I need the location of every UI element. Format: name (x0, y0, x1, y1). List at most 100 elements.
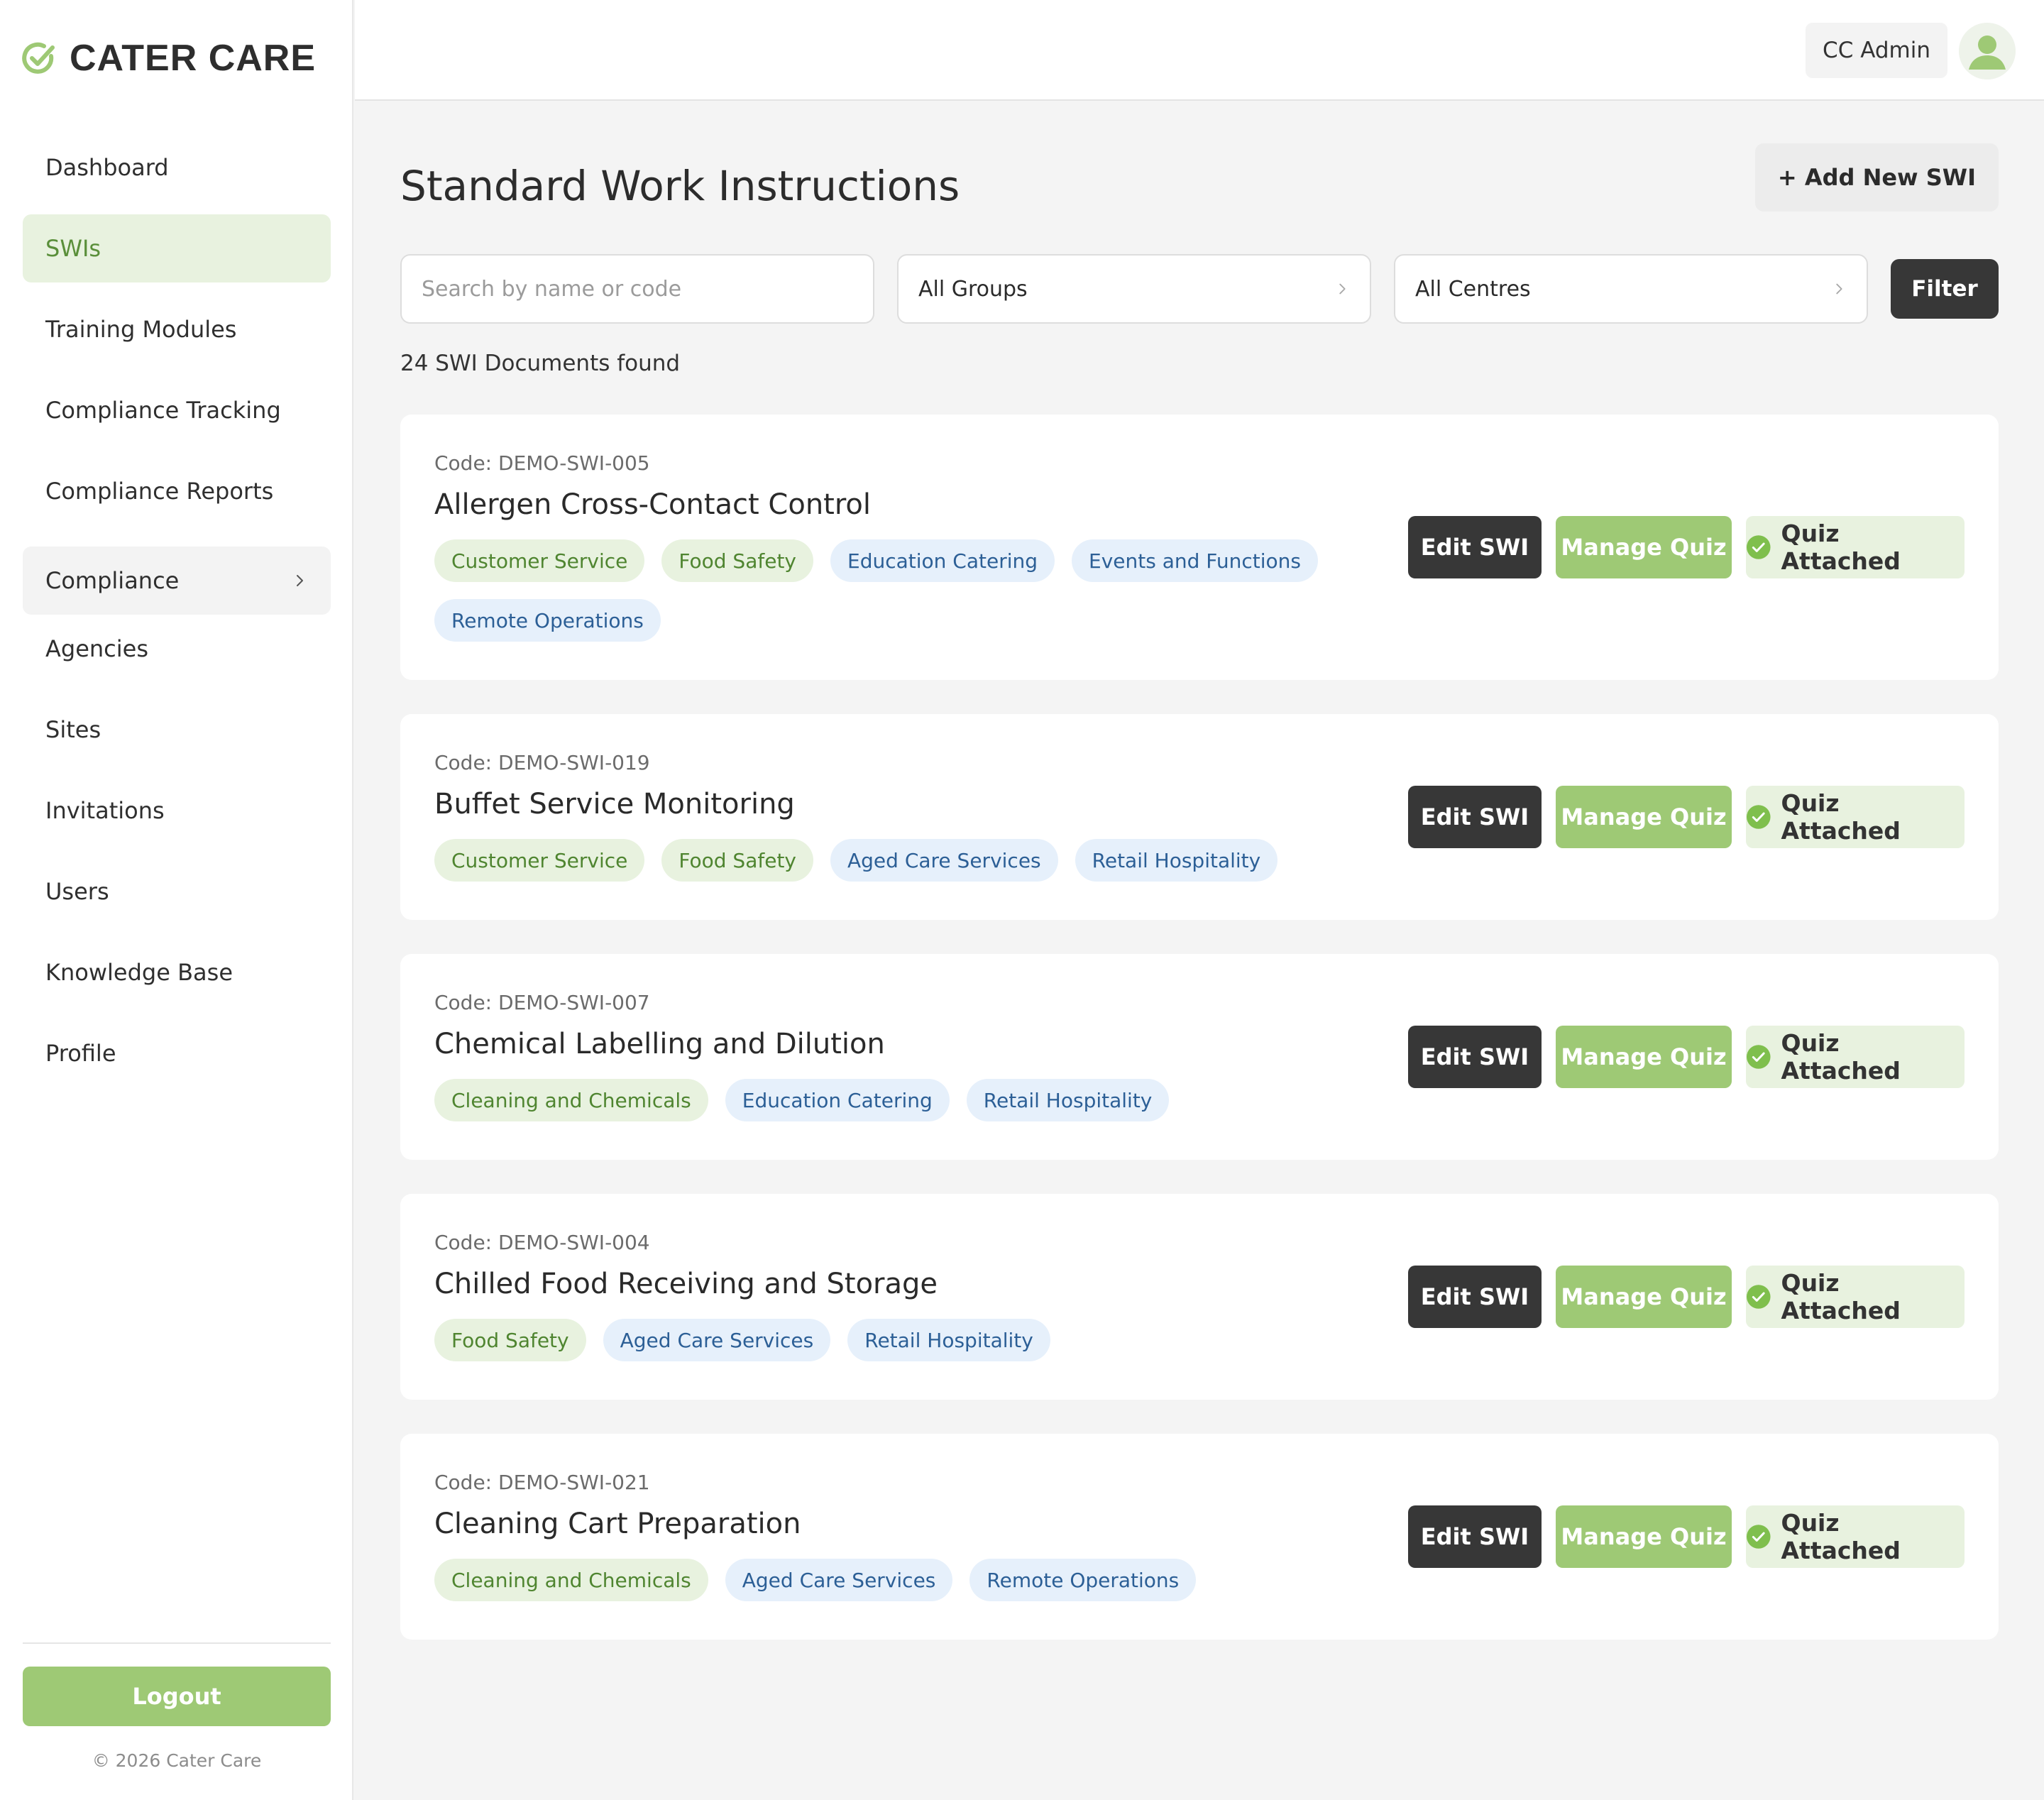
swi-code: Code: DEMO-SWI-021 (434, 1471, 650, 1494)
top-bar: CC Admin (355, 0, 2044, 101)
swi-actions: Edit SWI Manage Quiz Quiz Attached (1408, 1505, 1965, 1568)
user-menu-button[interactable]: CC Admin (1806, 23, 1947, 78)
sidebar-item-agencies[interactable]: Agencies (23, 615, 331, 683)
sidebar-item-label: Knowledge Base (45, 959, 233, 986)
sidebar-item-label: Compliance Tracking (45, 397, 281, 424)
page-title: Standard Work Instructions (400, 162, 960, 210)
sidebar-footer: Logout © 2026 Cater Care (23, 1642, 331, 1771)
add-new-swi-button[interactable]: + Add New SWI (1754, 143, 1999, 212)
results-count: 24 SWI Documents found (400, 351, 681, 376)
sidebar-item-compliance-reports[interactable]: Compliance Reports (23, 457, 331, 525)
sidebar-item-label: Dashboard (45, 154, 169, 181)
swi-tags: Cleaning and Chemicals Aged Care Services… (434, 1559, 1329, 1601)
quiz-attached-badge: Quiz Attached (1746, 1026, 1965, 1088)
swi-tags: Customer Service Food Safety Education Cat… (434, 539, 1329, 642)
tag-badge: Customer Service (434, 839, 645, 882)
sidebar-item-dashboard[interactable]: Dashboard (23, 133, 331, 202)
copyright-text: © 2026 Cater Care (92, 1750, 262, 1771)
quiz-attached-badge: Quiz Attached (1746, 1505, 1965, 1568)
manage-quiz-button[interactable]: Manage Quiz (1556, 1505, 1732, 1568)
manage-quiz-button[interactable]: Manage Quiz (1556, 1026, 1732, 1088)
swi-tags: Customer Service Food Safety Aged Care Ser… (434, 839, 1329, 882)
tag-badge: Events and Functions (1072, 539, 1318, 582)
brand[interactable]: CATER CARE (21, 37, 316, 79)
centres-select[interactable]: All Centres (1394, 254, 1868, 324)
swi-card: Code: DEMO-SWI-007 Chemical Labelling and… (400, 954, 1999, 1160)
swi-actions: Edit SWI Manage Quiz Quiz Attached (1408, 1026, 1965, 1088)
edit-swi-button[interactable]: Edit SWI (1408, 1266, 1542, 1328)
sidebar-nav: Dashboard SWIs Training Modules Compliance … (23, 133, 331, 1100)
quiz-attached-label: Quiz Attached (1781, 1029, 1901, 1085)
swi-card: Code: DEMO-SWI-004 Chilled Food Receiving… (400, 1194, 1999, 1400)
sidebar-item-invitations[interactable]: Invitations (23, 776, 331, 845)
main-content: Standard Work Instructions + Add New SWI… (400, 101, 1999, 1674)
sidebar-item-label: Training Modules (45, 316, 237, 343)
sidebar-item-training-modules[interactable]: Training Modules (23, 295, 331, 363)
swi-card: Code: DEMO-SWI-021 Cleaning Cart Preparat… (400, 1434, 1999, 1640)
sidebar: CATER CARE Dashboard SWIs Training Modules… (0, 0, 353, 1800)
swi-card: Code: DEMO-SWI-019 Buffet Service Monitor… (400, 714, 1999, 920)
page-header: Standard Work Instructions + Add New SWI (400, 101, 1999, 254)
sidebar-item-label: Agencies (45, 635, 149, 662)
check-circle-icon (1746, 535, 1771, 559)
edit-swi-button[interactable]: Edit SWI (1408, 1026, 1542, 1088)
tag-badge: Cleaning and Chemicals (434, 1559, 708, 1601)
tag-badge: Food Safety (434, 1319, 586, 1361)
check-circle-icon (1746, 805, 1771, 829)
quiz-attached-label: Quiz Attached (1781, 1269, 1901, 1324)
quiz-attached-badge: Quiz Attached (1746, 1266, 1965, 1328)
sidebar-item-label: Compliance Reports (45, 478, 274, 505)
quiz-attached-label: Quiz Attached (1781, 520, 1901, 575)
manage-quiz-button[interactable]: Manage Quiz (1556, 786, 1732, 848)
quiz-attached-badge: Quiz Attached (1746, 516, 1965, 578)
avatar[interactable] (1959, 23, 2016, 79)
swi-code: Code: DEMO-SWI-007 (434, 991, 650, 1014)
swi-code: Code: DEMO-SWI-004 (434, 1231, 650, 1254)
swi-tags: Cleaning and Chemicals Education Catering… (434, 1079, 1329, 1121)
tag-badge: Remote Operations (434, 599, 661, 642)
edit-swi-button[interactable]: Edit SWI (1408, 516, 1542, 578)
swi-code: Code: DEMO-SWI-019 (434, 751, 650, 774)
edit-swi-button[interactable]: Edit SWI (1408, 786, 1542, 848)
swi-tags: Food Safety Aged Care Services Retail Hosp… (434, 1319, 1329, 1361)
sidebar-item-label: SWIs (45, 235, 101, 262)
sidebar-item-label: Users (45, 878, 109, 905)
swi-card: Code: DEMO-SWI-005 Allergen Cross-Contact… (400, 415, 1999, 680)
manage-quiz-button[interactable]: Manage Quiz (1556, 1266, 1732, 1328)
quiz-attached-badge: Quiz Attached (1746, 786, 1965, 848)
logout-button[interactable]: Logout (23, 1667, 331, 1726)
filter-button[interactable]: Filter (1891, 259, 1999, 319)
chevron-right-icon (297, 575, 303, 586)
sidebar-item-knowledge-base[interactable]: Knowledge Base (23, 938, 331, 1006)
tag-badge: Aged Care Services (830, 839, 1058, 882)
swi-code: Code: DEMO-SWI-005 (434, 451, 650, 475)
tag-badge: Customer Service (434, 539, 645, 582)
sidebar-item-compliance[interactable]: Compliance (23, 547, 331, 615)
tag-badge: Education Catering (830, 539, 1055, 582)
groups-select-value: All Groups (918, 276, 1028, 302)
sidebar-item-profile[interactable]: Profile (23, 1019, 331, 1087)
brand-name: CATER CARE (70, 38, 317, 79)
tag-badge: Remote Operations (969, 1559, 1197, 1601)
sidebar-item-label: Profile (45, 1040, 116, 1067)
manage-quiz-button[interactable]: Manage Quiz (1556, 516, 1732, 578)
edit-swi-button[interactable]: Edit SWI (1408, 1505, 1542, 1568)
tag-badge: Retail Hospitality (847, 1319, 1050, 1361)
tag-badge: Food Safety (661, 539, 813, 582)
user-name: CC Admin (1823, 38, 1930, 63)
tag-badge: Aged Care Services (603, 1319, 831, 1361)
swi-actions: Edit SWI Manage Quiz Quiz Attached (1408, 786, 1965, 848)
search-input[interactable] (400, 254, 874, 324)
sidebar-item-compliance-tracking[interactable]: Compliance Tracking (23, 376, 331, 444)
tag-badge: Retail Hospitality (966, 1079, 1170, 1121)
sidebar-item-swis[interactable]: SWIs (23, 214, 331, 282)
tag-badge: Cleaning and Chemicals (434, 1079, 708, 1121)
tag-badge: Food Safety (661, 839, 813, 882)
sidebar-item-sites[interactable]: Sites (23, 696, 331, 764)
tag-badge: Retail Hospitality (1075, 839, 1278, 882)
tag-badge: Education Catering (725, 1079, 950, 1121)
swi-list: Code: DEMO-SWI-005 Allergen Cross-Contact… (400, 415, 1999, 1640)
user-avatar-icon (1959, 23, 2016, 79)
groups-select[interactable]: All Groups (897, 254, 1371, 324)
sidebar-item-users[interactable]: Users (23, 857, 331, 926)
